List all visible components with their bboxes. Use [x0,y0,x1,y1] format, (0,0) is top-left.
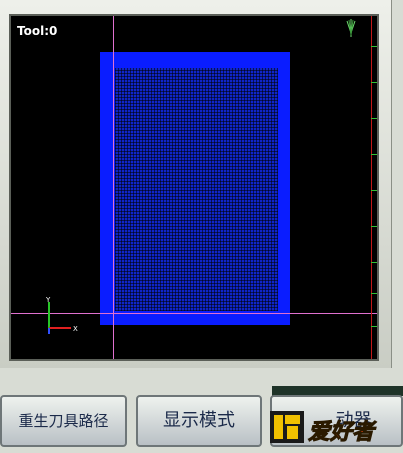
limit-line [371,16,372,359]
watermark-text: 爱好者 [308,420,377,445]
tool-number-label: Tool:0 [17,24,58,38]
display-mode-button[interactable]: 显示模式 [136,395,262,447]
regenerate-toolpath-button[interactable]: 重生刀具路径 [0,395,127,447]
toolpath-mesh [115,68,278,311]
crosshair-vertical [113,16,114,359]
ruler-tick [371,293,377,294]
toolpath-viewport[interactable]: Y X Tool:0 [9,14,379,361]
axis-y-label: Y [45,296,51,304]
ruler-tick [371,154,377,155]
watermark-logo: 爱好者 [270,411,378,446]
axis-gizmo: Y X [45,296,78,334]
ruler-tick [371,118,377,119]
ruler-tick [371,82,377,83]
toolpath-panel: Y X Tool:0 [0,0,392,368]
ruler-tick [371,262,377,263]
ruler-tick [371,190,377,191]
axis-x-label: X [73,325,78,333]
ruler-tick [371,326,377,327]
ruler-tick [371,46,377,47]
tool-icon [346,19,356,37]
ruler-tick [371,226,377,227]
